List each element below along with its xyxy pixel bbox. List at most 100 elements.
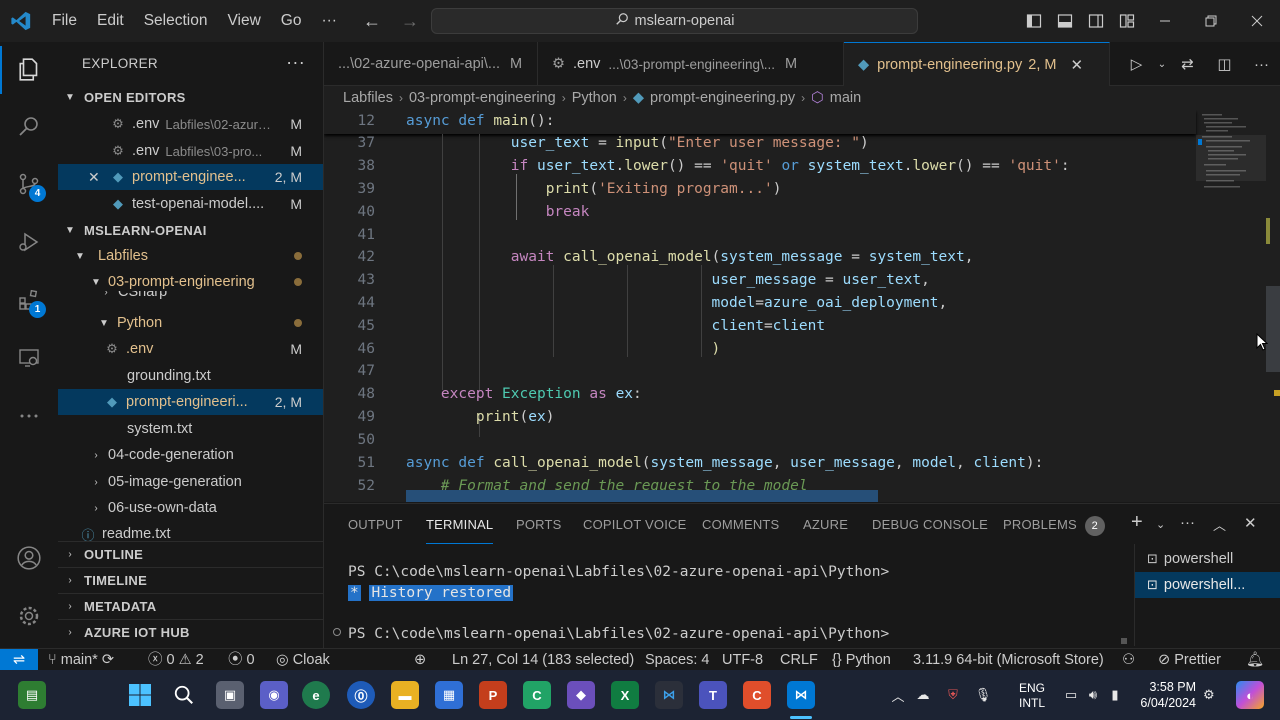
vpn-icon[interactable]: ⛨ bbox=[938, 687, 968, 703]
settings-gear-icon[interactable]: ⚙ bbox=[1203, 670, 1215, 720]
indentation[interactable]: Spaces: 4 bbox=[645, 649, 710, 671]
onedrive-cloud-icon[interactable]: ☁ bbox=[908, 687, 938, 703]
file-system[interactable]: system.txt bbox=[58, 416, 323, 442]
timeline-section[interactable]: › TIMELINE bbox=[58, 567, 323, 593]
tab-terminal[interactable]: TERMINAL bbox=[426, 504, 494, 544]
folder-python[interactable]: ▼ Python bbox=[58, 310, 323, 336]
tab-problems[interactable]: PROBLEMS 2 bbox=[1003, 504, 1105, 544]
command-center-search[interactable]: mslearn-openai bbox=[431, 8, 918, 34]
tab-azure[interactable]: AZURE bbox=[803, 504, 848, 544]
breadcrumb-item[interactable]: Python bbox=[572, 90, 617, 106]
more-actions-icon[interactable]: ··· bbox=[1243, 56, 1280, 73]
more-actions-icon[interactable]: ··· bbox=[1180, 514, 1195, 531]
chevron-up-icon[interactable]: ︿ bbox=[888, 686, 908, 705]
tab-debug-console[interactable]: DEBUG CONSOLE bbox=[872, 504, 988, 544]
forward-arrow-icon[interactable]: → bbox=[391, 11, 429, 32]
file-grounding[interactable]: grounding.txt bbox=[58, 363, 323, 389]
split-editor-icon[interactable]: ◫ bbox=[1206, 55, 1243, 73]
clock[interactable]: 3:58 PM 6/04/2024 bbox=[1138, 679, 1196, 711]
search-icon[interactable] bbox=[0, 102, 58, 150]
run-debug-icon[interactable] bbox=[0, 218, 58, 266]
breadcrumb-item[interactable]: main bbox=[830, 90, 861, 106]
terminal-instance[interactable]: ⊡ powershell bbox=[1135, 546, 1280, 572]
notifications-bell-icon[interactable]: 🔔︎ bbox=[1246, 649, 1264, 671]
python-interpreter[interactable]: 3.11.9 64-bit (Microsoft Store) bbox=[913, 649, 1104, 671]
copilot-icon[interactable]: ⚇ bbox=[1122, 649, 1135, 671]
desktop-app-icon[interactable]: ▤ bbox=[18, 681, 46, 709]
accounts-icon[interactable] bbox=[0, 534, 58, 582]
workspace-section[interactable]: ▼ MSLEARN-OPENAI bbox=[58, 217, 323, 243]
tab-output[interactable]: OUTPUT bbox=[348, 504, 403, 544]
powerpoint-icon[interactable]: P bbox=[479, 681, 507, 709]
open-editor-item[interactable]: ◆ test-openai-model.... M bbox=[58, 191, 323, 217]
explorer-more-icon[interactable]: ··· bbox=[286, 52, 305, 73]
menu-more[interactable]: ··· bbox=[311, 0, 347, 42]
copilot-tray-icon[interactable]: ◐ bbox=[1236, 681, 1264, 709]
metadata-section[interactable]: › METADATA bbox=[58, 593, 323, 619]
new-terminal-icon[interactable]: + bbox=[1131, 511, 1143, 534]
open-editors-section[interactable]: ▼ OPEN EDITORS bbox=[58, 84, 323, 110]
cloak-status[interactable]: ◎ Cloak bbox=[276, 649, 330, 671]
tab-prompt-engineering-py[interactable]: ◆ prompt-engineering.py 2, M ✕ bbox=[844, 42, 1110, 86]
input-language[interactable]: ENG INTL bbox=[1019, 681, 1045, 711]
language-mode[interactable]: {} Python bbox=[832, 649, 891, 671]
command-decoration-icon[interactable] bbox=[333, 628, 341, 636]
tab-copilot-voice[interactable]: COPILOT VOICE bbox=[583, 504, 687, 544]
extensions-icon[interactable]: 1 bbox=[0, 276, 58, 324]
chevron-down-icon[interactable]: ⌄ bbox=[1155, 59, 1169, 70]
tab-prompt-env[interactable]: ⚙ .env ...\03-prompt-engineering\... M bbox=[538, 42, 844, 86]
folder-use-own-data[interactable]: › 06-use-own-data bbox=[58, 495, 323, 521]
open-changes-icon[interactable]: ⇄ bbox=[1169, 55, 1206, 73]
azure-iot-section[interactable]: › AZURE IOT HUB bbox=[58, 619, 323, 645]
tab-comments[interactable]: COMMENTS bbox=[702, 504, 779, 544]
vscode-taskbar-icon[interactable]: ⋈ bbox=[787, 681, 815, 709]
taskbar-search-icon[interactable] bbox=[170, 681, 198, 709]
zoom-icon[interactable]: ⊕ bbox=[414, 649, 426, 671]
folder-csharp[interactable]: › CSharp bbox=[58, 291, 323, 305]
more-views-icon[interactable] bbox=[0, 392, 58, 440]
camtasia-icon[interactable]: C bbox=[523, 681, 551, 709]
folder-code-generation[interactable]: › 04-code-generation bbox=[58, 442, 323, 468]
customize-layout-icon[interactable] bbox=[1111, 0, 1142, 42]
menu-selection[interactable]: Selection bbox=[134, 0, 218, 42]
minimize-icon[interactable] bbox=[1142, 0, 1188, 42]
open-editor-item[interactable]: ⚙ .env Labfiles\02-azure-openai... M bbox=[58, 111, 323, 137]
prettier-status[interactable]: ⊘ Prettier bbox=[1158, 649, 1221, 671]
teams-chat-icon[interactable]: ◉ bbox=[260, 681, 288, 709]
breadcrumb-item[interactable]: Labfiles bbox=[343, 90, 393, 106]
close-icon[interactable]: ✕ bbox=[1070, 56, 1083, 74]
snagit-icon[interactable]: C bbox=[743, 681, 771, 709]
back-arrow-icon[interactable]: ← bbox=[353, 11, 391, 32]
minimap[interactable] bbox=[1196, 110, 1266, 502]
close-icon[interactable] bbox=[1234, 0, 1280, 42]
menu-view[interactable]: View bbox=[217, 0, 270, 42]
menu-go[interactable]: Go bbox=[271, 0, 312, 42]
source-control-icon[interactable]: 4 bbox=[0, 160, 58, 208]
tab-api-env[interactable]: ...\02-azure-openai-api\... M bbox=[324, 42, 538, 86]
microphone-icon[interactable]: 🎙︎ bbox=[968, 687, 998, 703]
ports-status[interactable]: ⦿ 0 bbox=[228, 649, 255, 671]
maximize-panel-icon[interactable]: ︿ bbox=[1213, 515, 1226, 534]
toggle-secondary-sidebar-icon[interactable] bbox=[1080, 0, 1111, 42]
breadcrumb-item[interactable]: 03-prompt-engineering bbox=[409, 90, 556, 106]
excel-icon[interactable]: X bbox=[611, 681, 639, 709]
cursor-position[interactable]: Ln 27, Col 14 (183 selected) bbox=[452, 649, 634, 671]
file-prompt-engineering[interactable]: ◆ prompt-engineeri... 2, M bbox=[58, 389, 323, 415]
toggle-primary-sidebar-icon[interactable] bbox=[1018, 0, 1049, 42]
end-of-line[interactable]: CRLF bbox=[780, 649, 818, 671]
tab-ports[interactable]: PORTS bbox=[516, 504, 562, 544]
menu-file[interactable]: File bbox=[42, 0, 87, 42]
outline-section[interactable]: › OUTLINE bbox=[58, 541, 323, 567]
problems-status[interactable]: ⓧ 0 ⚠ 2 bbox=[148, 649, 204, 671]
remote-indicator-icon[interactable]: ⇌ bbox=[0, 648, 38, 671]
store-icon[interactable]: ▦ bbox=[435, 681, 463, 709]
remote-explorer-icon[interactable] bbox=[0, 334, 58, 382]
toggle-panel-icon[interactable] bbox=[1049, 0, 1080, 42]
close-panel-icon[interactable]: ✕ bbox=[1244, 514, 1257, 532]
signal-app-icon[interactable]: ⓪ bbox=[347, 681, 375, 709]
teams-icon[interactable]: T bbox=[699, 681, 727, 709]
open-editor-item[interactable]: ⚙ .env Labfiles\03-pro... M bbox=[58, 138, 323, 164]
scrollbar-thumb[interactable] bbox=[1266, 286, 1280, 372]
copilot-app-icon[interactable]: ◆ bbox=[567, 681, 595, 709]
folder-image-generation[interactable]: › 05-image-generation bbox=[58, 469, 323, 495]
